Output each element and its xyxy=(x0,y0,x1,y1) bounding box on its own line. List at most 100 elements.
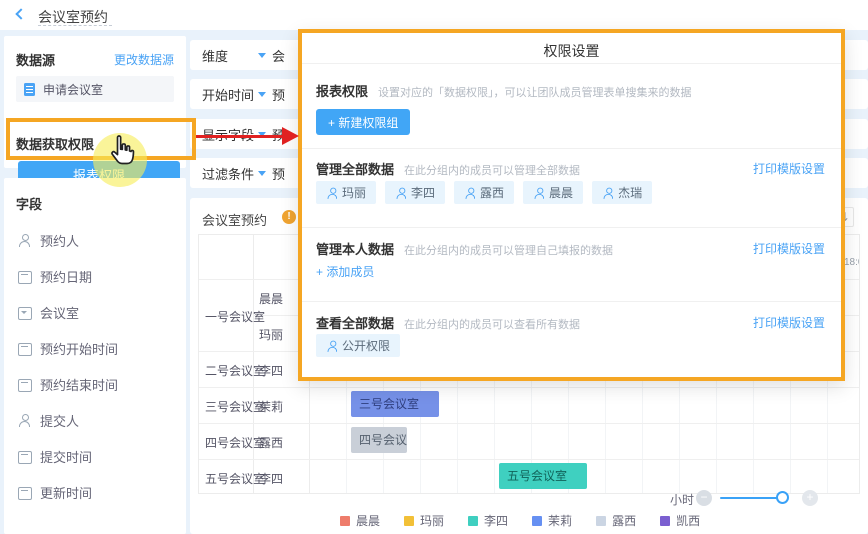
add-member-link[interactable]: + 添加成员 xyxy=(316,263,374,280)
section-label: 管理本人数据 xyxy=(316,239,394,258)
report-permission-section: 报表权限 设置对应的「数据权限」，可以让团队成员管理表单搜集来的数据 xyxy=(316,81,692,100)
permission-settings-dialog: 权限设置 报表权限 设置对应的「数据权限」，可以让团队成员管理表单搜集来的数据 … xyxy=(298,29,845,381)
display-fields-dropdown[interactable]: 预 xyxy=(258,125,285,144)
public-permission-chip-wrap: 公开权限 xyxy=(316,334,409,357)
room-label: 三号会议室 xyxy=(205,398,265,415)
gantt-bar-room4[interactable]: 四号会议室 xyxy=(351,427,407,453)
person-icon xyxy=(18,234,31,247)
chevron-down-icon xyxy=(258,132,266,137)
filter-label: 维度 xyxy=(202,46,258,65)
section-desc: 在此分组内的成员可以管理自己填报的数据 xyxy=(404,242,613,258)
legend-item: 露西 xyxy=(596,512,636,529)
start-time-dropdown[interactable]: 预 xyxy=(258,85,285,104)
member-chip[interactable]: 玛丽 xyxy=(316,181,376,204)
fields-panel: 字段 预约人 预约日期 会议室 预约开始时间 预约结束时间 提交人 提交时间 更… xyxy=(4,178,186,534)
datasource-label: 数据源 xyxy=(16,50,55,69)
filter-condition-dropdown[interactable]: 预 xyxy=(258,164,285,183)
page-title: 会议室预约 xyxy=(38,7,108,27)
legend-swatch xyxy=(532,516,542,526)
title-underline xyxy=(38,25,112,26)
legend-swatch xyxy=(596,516,606,526)
person-label: 茉莉 xyxy=(259,398,283,415)
person-label: 晨晨 xyxy=(259,290,283,307)
field-item-update-time[interactable]: 更新时间 xyxy=(4,474,186,510)
filter-label: 过滤条件 xyxy=(202,164,258,183)
zoom-out-button[interactable]: − xyxy=(696,490,712,506)
filter-label: 开始时间 xyxy=(202,85,258,104)
legend-swatch xyxy=(404,516,414,526)
legend-item: 玛丽 xyxy=(404,512,444,529)
person-label: 露西 xyxy=(259,434,283,451)
field-item-submitter[interactable]: 提交人 xyxy=(4,402,186,438)
zoom-in-button[interactable]: + xyxy=(802,490,818,506)
section-desc: 在此分组内的成员可以管理全部数据 xyxy=(404,162,580,178)
datasource-item[interactable]: 申请会议室 xyxy=(16,76,174,102)
room-label: 一号会议室 xyxy=(205,308,265,325)
dialog-title: 权限设置 xyxy=(302,41,841,61)
person-icon xyxy=(465,188,475,198)
person-label: 李四 xyxy=(259,362,283,379)
gantt-bar-room3[interactable]: 三号会议室 xyxy=(351,391,439,417)
member-chip[interactable]: 李四 xyxy=(385,181,445,204)
legend-swatch xyxy=(340,516,350,526)
person-label: 李四 xyxy=(259,470,283,487)
dimension-dropdown[interactable]: 会 xyxy=(258,46,285,65)
field-item-end-time[interactable]: 预约结束时间 xyxy=(4,366,186,402)
top-bar: 会议室预约 xyxy=(0,0,868,30)
field-item-start-time[interactable]: 预约开始时间 xyxy=(4,330,186,366)
chevron-down-icon xyxy=(258,171,266,176)
person-icon xyxy=(18,414,31,427)
document-icon xyxy=(24,83,35,96)
data-permission-label: 数据获取权限 xyxy=(16,134,94,153)
back-icon[interactable] xyxy=(15,8,26,19)
time-axis-label: 18:00 1 xyxy=(844,257,860,268)
calendar-icon xyxy=(18,450,31,463)
field-item-reserver[interactable]: 预约人 xyxy=(4,222,186,258)
section-label: 管理全部数据 xyxy=(316,159,394,178)
room-label: 五号会议室 xyxy=(205,470,265,487)
report-title: 会议室预约 xyxy=(202,210,267,229)
member-chip[interactable]: 露西 xyxy=(454,181,514,204)
gantt-bar-room5[interactable]: 五号会议室 xyxy=(499,463,587,489)
new-permission-group-button[interactable]: + 新建权限组 xyxy=(316,109,410,135)
print-template-link[interactable]: 打印模版设置 xyxy=(753,160,825,177)
field-list: 预约人 预约日期 会议室 预约开始时间 预约结束时间 提交人 提交时间 更新时间 xyxy=(4,222,186,510)
member-chip[interactable]: 杰瑞 xyxy=(592,181,652,204)
person-label: 玛丽 xyxy=(259,326,283,343)
legend-swatch xyxy=(468,516,478,526)
calendar-icon xyxy=(18,486,31,499)
public-permission-chip[interactable]: 公开权限 xyxy=(316,334,400,357)
section-label: 报表权限 xyxy=(316,81,368,100)
zoom-unit-label: 小时 xyxy=(670,491,694,508)
chevron-down-icon xyxy=(258,53,266,58)
person-icon xyxy=(603,188,613,198)
legend: 晨晨 玛丽 李四 茉莉 露西 凯西 xyxy=(340,512,724,529)
change-datasource-link[interactable]: 更改数据源 xyxy=(114,51,174,68)
legend-swatch xyxy=(660,516,670,526)
section-desc: 设置对应的「数据权限」，可以让团队成员管理表单搜集来的数据 xyxy=(378,84,692,100)
field-item-submit-time[interactable]: 提交时间 xyxy=(4,438,186,474)
warning-icon: ! xyxy=(282,210,296,224)
manage-all-section: 管理全部数据 在此分组内的成员可以管理全部数据 xyxy=(316,159,580,178)
member-chip-list: 玛丽 李四 露西 晨晨 杰瑞 xyxy=(316,181,661,204)
print-template-link[interactable]: 打印模版设置 xyxy=(753,240,825,257)
legend-item: 李四 xyxy=(468,512,508,529)
field-item-reserve-date[interactable]: 预约日期 xyxy=(4,258,186,294)
person-icon xyxy=(396,188,406,198)
member-chip[interactable]: 晨晨 xyxy=(523,181,583,204)
view-all-section: 查看全部数据 在此分组内的成员可以查看所有数据 xyxy=(316,313,580,332)
legend-item: 晨晨 xyxy=(340,512,380,529)
calendar-icon xyxy=(18,270,31,283)
datasource-panel: 数据源 更改数据源 申请会议室 数据获取权限 报表权限 xyxy=(4,36,186,168)
select-field-icon xyxy=(18,306,31,319)
print-template-link[interactable]: 打印模版设置 xyxy=(753,314,825,331)
room-label: 二号会议室 xyxy=(205,362,265,379)
zoom-slider-handle[interactable] xyxy=(776,491,789,504)
fields-label: 字段 xyxy=(16,194,42,213)
person-icon xyxy=(327,341,337,351)
filter-label: 显示字段 xyxy=(202,125,258,144)
section-label: 查看全部数据 xyxy=(316,313,394,332)
field-item-meeting-room[interactable]: 会议室 xyxy=(4,294,186,330)
legend-item: 凯西 xyxy=(660,512,700,529)
person-icon xyxy=(534,188,544,198)
